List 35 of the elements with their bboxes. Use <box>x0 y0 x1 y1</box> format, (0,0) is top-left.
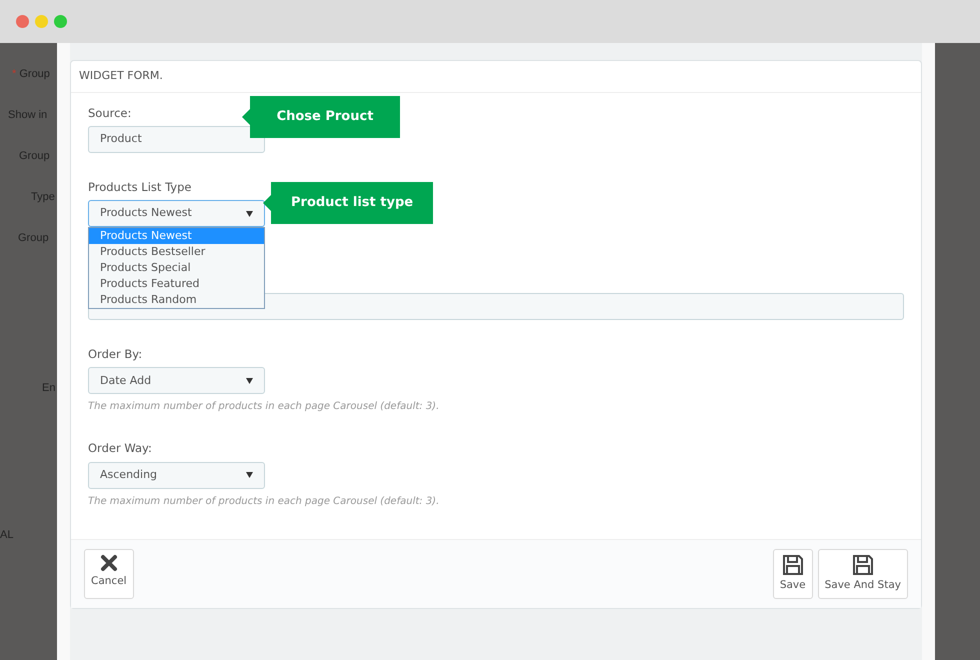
required-asterisk: * <box>12 68 16 80</box>
caret-icon <box>246 210 253 216</box>
field-label: Order By: <box>88 346 142 363</box>
dropdown-option[interactable]: Products Random <box>89 292 264 308</box>
field-label: AL <box>0 529 14 541</box>
save-button[interactable]: Save <box>772 548 813 598</box>
dropdown-option[interactable]: Products Bestseller <box>89 244 264 260</box>
dropdown-option[interactable]: Products Special <box>89 260 264 276</box>
caret-icon <box>246 378 253 384</box>
select-dropdown[interactable]: Products Newest <box>88 200 265 227</box>
select-dropdown[interactable]: Date Add <box>88 367 265 394</box>
save-button[interactable]: Save And Stay <box>818 548 908 598</box>
caret-icon <box>246 472 253 478</box>
field-label: Products List Type <box>88 178 192 196</box>
field-label: Show in <box>8 109 48 121</box>
window-control-button[interactable] <box>16 15 29 28</box>
select-dropdown[interactable]: Ascending <box>88 462 265 488</box>
callout-label: Chose Prouct <box>242 96 400 138</box>
field-label: Type <box>31 191 55 203</box>
panel-title: WIDGET FORM. <box>71 61 921 92</box>
callout-label: Product list type <box>263 182 434 224</box>
dropdown-option[interactable]: Products Featured <box>89 276 264 292</box>
close-icon <box>100 554 118 572</box>
help-text: The maximum number of products in each page Carousel (default: 3). <box>88 400 440 414</box>
field-label: Group <box>19 150 50 162</box>
field-label: Group <box>19 68 50 80</box>
field-label: Group <box>18 232 49 244</box>
cancel-button[interactable]: Cancel <box>84 548 134 598</box>
field-label: Order Way: <box>88 440 152 458</box>
field-label: Source: <box>88 104 132 122</box>
text-field[interactable]: Product <box>88 126 265 153</box>
window-control-button[interactable] <box>35 15 48 28</box>
help-text: The maximum number of products in each page Carousel (default: 3). <box>88 494 440 508</box>
field-label: En <box>42 382 56 394</box>
window-control-button[interactable] <box>54 15 67 28</box>
